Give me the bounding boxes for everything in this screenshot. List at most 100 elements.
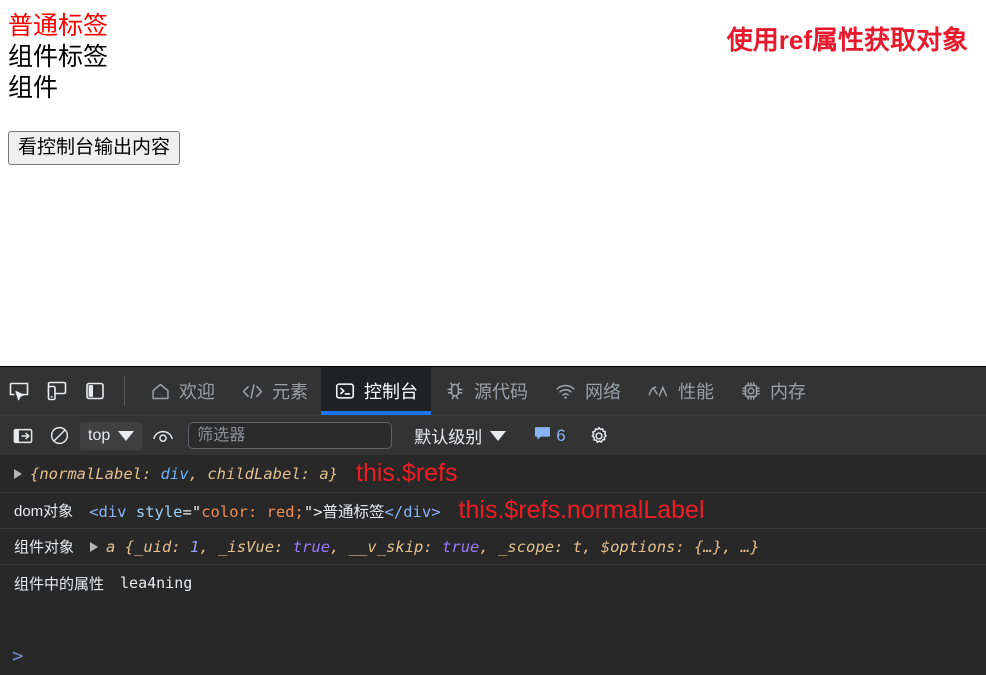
console-terminal-icon [334,380,356,402]
console-input-prompt[interactable]: > [0,637,986,675]
page-heading-right: 使用ref属性获取对象 [726,25,968,55]
console-row-label: dom对象 [14,503,74,520]
object-punct: , [330,537,349,556]
object-value: {…} [694,537,723,556]
object-value: div [160,464,189,483]
object-punct: , [479,537,499,556]
object-key: _uid [134,537,172,556]
object-preview: a {_uid: 1, _isVue: true, __v_skip: true… [106,538,759,556]
object-value: true [442,537,480,556]
dom-html-snippet: <div style="color: red;">普通标签</div> [89,500,440,522]
object-value: a [319,464,329,483]
tab-sources[interactable]: 源代码 [431,367,541,415]
object-punct: , [582,537,601,556]
devtools-panel: 欢迎 元素 控制台 源代码 网络 性能 内存 top 筛选器 默认级别 6 {n… [0,366,986,675]
object-punct: : [274,537,293,556]
object-key: __v_skip [348,537,424,556]
console-sidebar-icon[interactable] [8,422,38,450]
html-open-tag: <div [89,502,136,521]
object-value: t [572,537,583,556]
object-value: true [292,537,331,556]
object-punct: , … [722,537,751,556]
tab-performance-label: 性能 [678,382,714,402]
object-brace-close: } [328,464,339,483]
clear-console-icon[interactable] [44,422,74,450]
object-brace-close: } [750,537,760,556]
console-level-value: 默认级别 [414,428,483,447]
html-attr-name: style [135,502,183,521]
issues-counter[interactable]: 6 [534,425,566,446]
dock-panel-icon[interactable] [76,371,114,411]
console-row-component-object[interactable]: 组件对象 a {_uid: 1, _isVue: true, __v_skip:… [0,529,986,565]
html-inner-text: 普通标签 [322,502,385,521]
object-punct: : [554,537,573,556]
html-attr-value: color: red; [201,502,304,521]
console-row-label: 组件对象 [14,539,75,556]
html-close-tag: </div> [384,502,441,521]
tab-memory-label: 内存 [770,382,806,402]
object-preview: {normalLabel: div, childLabel: a} [30,465,338,483]
gauge-icon [647,381,670,402]
html-quote-close: "> [303,502,323,521]
chip-icon [740,380,762,402]
annotation-refs: this.$refs [356,459,458,487]
toolbar-divider [124,376,125,406]
console-row-refs-object[interactable]: {normalLabel: div, childLabel: a} this.$… [0,455,986,493]
console-output-button[interactable]: 看控制台输出内容 [8,131,181,165]
object-brace-open: { [124,537,135,556]
chevron-down-icon [118,430,135,441]
annotation-normal-label: this.$refs.normalLabel [458,496,705,524]
speech-bubble-icon [534,425,551,446]
console-row-component-property[interactable]: 组件中的属性 lea4ning [0,565,986,601]
tab-memory[interactable]: 内存 [727,367,819,415]
tab-performance[interactable]: 性能 [634,367,727,415]
devtools-tabbar: 欢迎 元素 控制台 源代码 网络 性能 内存 [0,367,986,415]
object-value: 1 [190,537,200,556]
home-icon [150,381,171,402]
tab-console-label: 控制台 [364,382,418,402]
object-brace-open: { [30,464,40,483]
issues-count-value: 6 [556,425,566,445]
object-key: childLabel [207,464,301,483]
live-expression-icon[interactable] [148,422,178,450]
execution-context-value: top [88,426,111,444]
tab-elements-label: 元素 [272,382,308,402]
object-constructor: a [106,537,125,556]
execution-context-select[interactable]: top [80,421,143,450]
console-level-select[interactable]: 默认级别 [408,422,512,450]
tab-network[interactable]: 网络 [541,367,634,415]
chevron-down-icon [490,430,507,441]
object-key: $options [600,537,676,556]
object-punct: : [171,537,191,556]
device-toolbar-icon[interactable] [38,371,76,411]
console-row-dom-object[interactable]: dom对象 <div style="color: red;">普通标签</div… [0,493,986,529]
web-page-viewport: 普通标签 组件标签 组件 使用ref属性获取对象 看控制台输出内容 [0,0,986,366]
settings-gear-icon[interactable] [584,422,614,450]
tab-network-label: 网络 [585,382,621,402]
object-punct: : [300,464,320,483]
console-row-value: lea4ning [120,574,193,592]
tab-sources-label: 源代码 [474,382,528,402]
bug-icon [444,380,466,402]
console-toolbar: top 默认级别 6 [0,415,986,455]
tab-console[interactable]: 控制台 [321,367,431,415]
expand-arrow-icon[interactable] [90,541,99,552]
tab-welcome[interactable]: 欢迎 [137,367,228,415]
object-punct: , [199,537,219,556]
tab-welcome-label: 欢迎 [179,382,215,402]
tab-elements[interactable]: 元素 [228,367,321,415]
html-eq-quote: =" [182,502,202,521]
object-key: _scope [498,537,555,556]
object-punct: , [188,464,208,483]
object-punct: : [142,464,161,483]
wifi-icon [554,381,577,402]
console-filter-input[interactable] [188,422,393,449]
inspect-element-icon[interactable] [0,371,38,411]
expand-arrow-icon[interactable] [14,468,22,479]
console-row-label: 组件中的属性 [14,575,105,593]
object-punct: : [675,537,695,556]
object-key: normalLabel [39,464,142,483]
prompt-chevron-icon: > [12,645,24,667]
page-text-component: 组件 [8,74,59,102]
code-brackets-icon [241,381,264,402]
